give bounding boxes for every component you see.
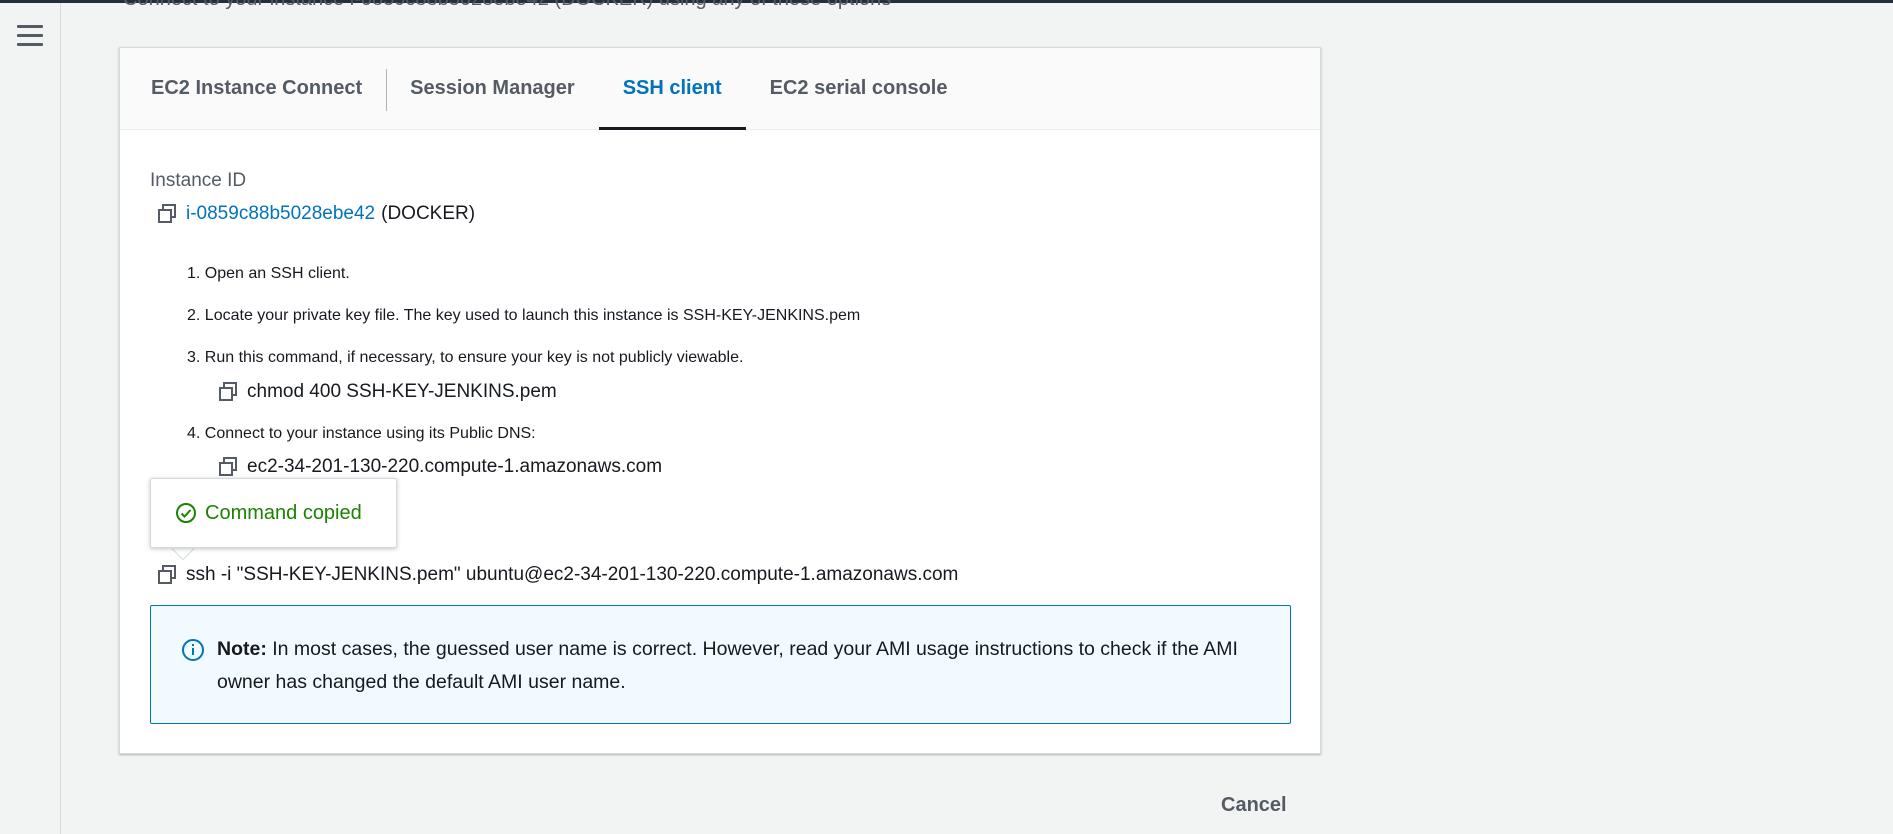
chmod-command-row: chmod 400 SSH-KEY-JENKINS.pem [217,381,557,403]
public-dns: ec2-34-201-130-220.compute-1.amazonaws.c… [247,456,663,477]
copy-icon[interactable] [217,381,239,403]
menu-icon[interactable] [17,25,43,47]
intro-text: Connect to your instance i-0859c88b5028e… [123,0,891,11]
tab-ssh-client[interactable]: SSH client [598,48,746,130]
command-copied-tooltip: Command copied [150,478,397,548]
note-label: Note: [217,638,267,660]
instance-id-link[interactable]: i-0859c88b5028ebe42 [186,203,375,225]
public-dns-row: ec2-34-201-130-220.compute-1.amazonaws.c… [217,456,662,478]
instance-id-label: Instance ID [150,170,247,191]
copy-icon[interactable] [156,564,178,586]
instance-id-row: i-0859c88b5028ebe42 (DOCKER) [156,203,475,225]
instance-name: (DOCKER) [381,203,476,224]
tab-session-manager[interactable]: Session Manager [386,48,599,129]
step-3: 3. Run this command, if necessary, to en… [187,349,744,366]
step-2: 2. Locate your private key file. The key… [187,307,861,324]
copy-icon[interactable] [156,203,178,225]
step-1: 1. Open an SSH client. [187,265,350,282]
ssh-command: ssh -i "SSH-KEY-JENKINS.pem" ubuntu@ec2-… [186,564,959,585]
tooltip-text: Command copied [205,501,362,524]
step-4: 4. Connect to your instance using its Pu… [187,425,536,442]
left-navigation-rail [0,3,61,834]
info-icon [182,639,204,661]
copy-icon[interactable] [217,456,239,478]
connect-panel: EC2 Instance Connect Session Manager SSH… [119,47,1321,754]
note-text: In most cases, the guessed user name is … [217,638,1238,693]
ssh-command-row: ssh -i "SSH-KEY-JENKINS.pem" ubuntu@ec2-… [156,564,958,586]
tab-ec2-instance-connect[interactable]: EC2 Instance Connect [127,48,386,129]
chmod-command: chmod 400 SSH-KEY-JENKINS.pem [247,381,557,402]
tab-ec2-serial-console[interactable]: EC2 serial console [746,48,972,129]
note-alert: Note: In most cases, the guessed user na… [150,605,1291,724]
cancel-button[interactable]: Cancel [1221,794,1287,817]
connection-tabs: EC2 Instance Connect Session Manager SSH… [120,48,1320,130]
check-circle-icon [176,503,196,523]
